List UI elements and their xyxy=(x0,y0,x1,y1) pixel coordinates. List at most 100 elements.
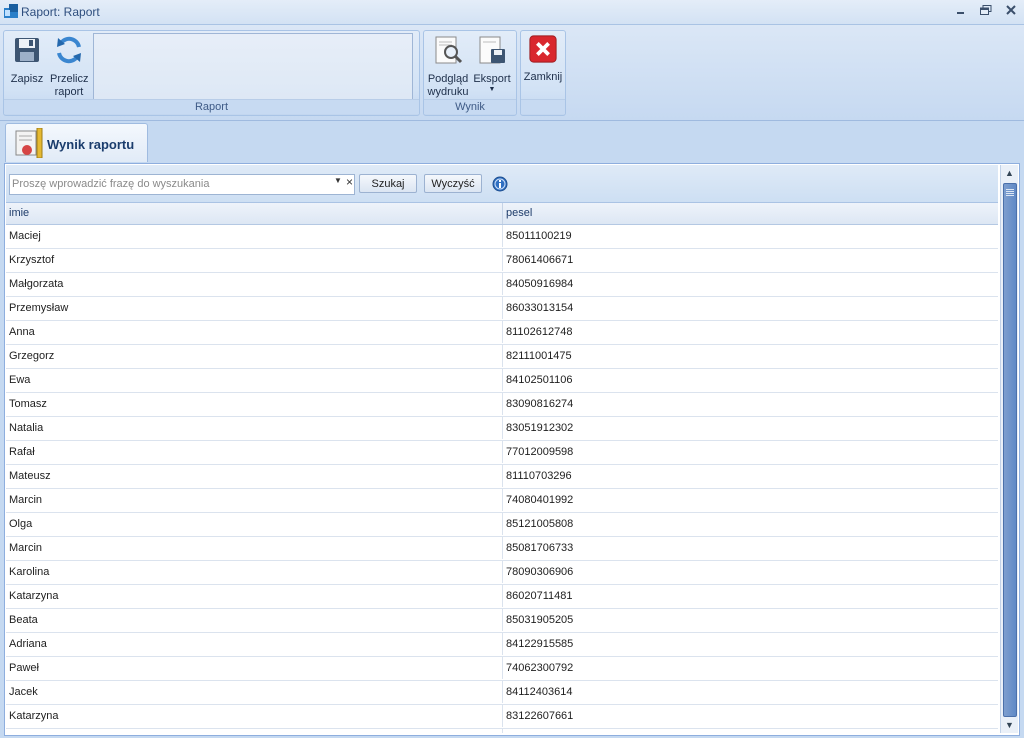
window-title: Raport: Raport xyxy=(21,5,100,19)
table-row[interactable]: Karolina 78090306906 xyxy=(6,561,998,585)
cell-imie: Olga xyxy=(6,513,503,535)
table-row[interactable]: Piotr81072916570 xyxy=(6,729,998,733)
dropdown-arrow-icon[interactable]: ▼ xyxy=(334,176,342,185)
cell-pesel: 81102612748 xyxy=(506,326,573,338)
table-row[interactable]: Maciej 85011100219 xyxy=(6,225,998,249)
cell-pesel: 81110703296 xyxy=(506,470,572,482)
close-window-button[interactable] xyxy=(1000,3,1022,20)
table-row[interactable]: Marcin 74080401992 xyxy=(6,489,998,513)
ribbon-group-label: Raport xyxy=(4,99,419,114)
search-input[interactable] xyxy=(12,176,330,191)
cell-imie: Paweł xyxy=(6,657,503,679)
cell-imie: Katarzyna xyxy=(6,705,503,727)
clear-input-icon[interactable]: × xyxy=(346,175,353,189)
cell-pesel: 74080401992 xyxy=(506,494,574,506)
clear-button[interactable]: Wyczyść xyxy=(424,174,482,193)
export-button-label: Eksport xyxy=(473,73,511,85)
ribbon-group-wynik: Podgląd wydruku Eksport ▼ Wynik xyxy=(423,30,517,116)
table-row[interactable]: Przemysław 86033013154 xyxy=(6,297,998,321)
restore-button[interactable] xyxy=(975,3,997,20)
minimize-icon xyxy=(957,12,964,14)
vertical-scrollbar[interactable]: ▲ ▼ xyxy=(1000,165,1018,733)
table-row[interactable]: Małgorzata 84050916984 xyxy=(6,273,998,297)
close-report-button[interactable]: Zamknij xyxy=(523,34,563,84)
cell-pesel: 78061406671 xyxy=(506,254,574,266)
export-icon xyxy=(479,36,505,64)
scroll-down-icon[interactable]: ▼ xyxy=(1001,717,1018,733)
ribbon: Zapisz Przelicz raport Raport Podgląd wy… xyxy=(0,25,1024,121)
table-row[interactable]: Krzysztof 78061406671 xyxy=(6,249,998,273)
table-row[interactable]: Tomasz 83090816274 xyxy=(6,393,998,417)
export-button[interactable]: Eksport ▼ xyxy=(472,34,512,94)
cell-pesel: 74062300792 xyxy=(506,662,574,674)
report-parameters-panel xyxy=(93,33,413,101)
close-report-button-label: Zamknij xyxy=(523,71,563,83)
table-row[interactable]: Anna 81102612748 xyxy=(6,321,998,345)
ribbon-group-label: Wynik xyxy=(424,99,516,114)
info-icon[interactable] xyxy=(492,176,508,192)
table-row[interactable]: Paweł 74062300792 xyxy=(6,657,998,681)
save-button[interactable]: Zapisz xyxy=(8,34,46,86)
ribbon-group-close: Zamknij xyxy=(520,30,566,116)
cell-imie: Natalia xyxy=(6,417,503,439)
minimize-button[interactable] xyxy=(950,3,972,20)
cell-imie: Grzegorz xyxy=(6,345,503,367)
search-field: ▼ × xyxy=(9,174,355,195)
table-row[interactable]: Rafał 77012009598 xyxy=(6,441,998,465)
scroll-thumb[interactable] xyxy=(1003,183,1017,717)
cell-imie: Przemysław xyxy=(6,297,503,319)
cell-imie: Rafał xyxy=(6,441,503,463)
cell-imie: Katarzyna xyxy=(6,585,503,607)
table-row[interactable]: Beata 85031905205 xyxy=(6,609,998,633)
cell-imie: Piotr xyxy=(6,729,503,733)
search-button[interactable]: Szukaj xyxy=(359,174,417,193)
cell-imie: Marcin xyxy=(6,537,503,559)
table-row[interactable]: Marcin 85081706733 xyxy=(6,537,998,561)
table-row[interactable]: Olga 85121005808 xyxy=(6,513,998,537)
column-header-pesel[interactable]: pesel xyxy=(503,203,996,224)
table-row[interactable]: Mateusz 81110703296 xyxy=(6,465,998,489)
cell-imie: Beata xyxy=(6,609,503,631)
cell-pesel: 85011100219 xyxy=(506,230,572,242)
table-row[interactable]: Jacek 84112403614 xyxy=(6,681,998,705)
column-header-imie[interactable]: imie xyxy=(6,203,503,224)
cell-imie: Mateusz xyxy=(6,465,503,487)
table-row[interactable]: Adriana 84122915585 xyxy=(6,633,998,657)
scroll-up-icon[interactable]: ▲ xyxy=(1001,165,1018,181)
cell-pesel: 85081706733 xyxy=(506,542,574,554)
cell-imie: Małgorzata xyxy=(6,273,503,295)
cell-imie: Maciej xyxy=(6,225,503,247)
app-icon xyxy=(4,4,18,18)
table-row[interactable]: Ewa 84102501106 xyxy=(6,369,998,393)
table-row[interactable]: Natalia 83051912302 xyxy=(6,417,998,441)
cell-pesel: 81072916570 xyxy=(503,729,996,733)
cell-pesel: 83090816274 xyxy=(506,398,574,410)
table-row[interactable]: Grzegorz 82111001475 xyxy=(6,345,998,369)
print-preview-icon xyxy=(435,36,463,64)
report-result-panel: ▼ × Szukaj Wyczyść imie pesel Maciej8501… xyxy=(4,163,1020,736)
ribbon-group-raport: Zapisz Przelicz raport Raport xyxy=(3,30,420,116)
tab-report-result[interactable]: Wynik raportu xyxy=(5,123,148,162)
table-row[interactable]: Katarzyna 86020711481 xyxy=(6,585,998,609)
table-body: Maciej 85011100219 Krzysztof 78061406671 Mał… xyxy=(6,225,998,733)
search-bar: ▼ × Szukaj Wyczyść xyxy=(6,165,998,203)
save-icon xyxy=(15,38,39,62)
cell-imie: Anna xyxy=(6,321,503,343)
recalculate-button[interactable]: Przelicz raport xyxy=(48,34,90,99)
restore-icon xyxy=(980,5,992,15)
ribbon-group-label xyxy=(521,99,565,114)
print-preview-button[interactable]: Podgląd wydruku xyxy=(426,34,470,99)
cell-imie: Ewa xyxy=(6,369,503,391)
cell-pesel: 85031905205 xyxy=(506,614,574,626)
cell-pesel: 84112403614 xyxy=(506,686,573,698)
table-header: imie pesel xyxy=(6,203,998,225)
cell-pesel: 84050916984 xyxy=(506,278,574,290)
recalculate-button-label: Przelicz raport xyxy=(50,73,89,98)
cell-pesel: 84102501106 xyxy=(506,374,573,386)
table-row[interactable]: Katarzyna 83122607661 xyxy=(6,705,998,729)
refresh-icon xyxy=(57,36,81,64)
cell-pesel: 86033013154 xyxy=(506,302,574,314)
tab-label: Wynik raportu xyxy=(47,137,135,152)
tab-strip: Wynik raportu xyxy=(0,121,1024,163)
cell-pesel: 84122915585 xyxy=(506,638,574,650)
